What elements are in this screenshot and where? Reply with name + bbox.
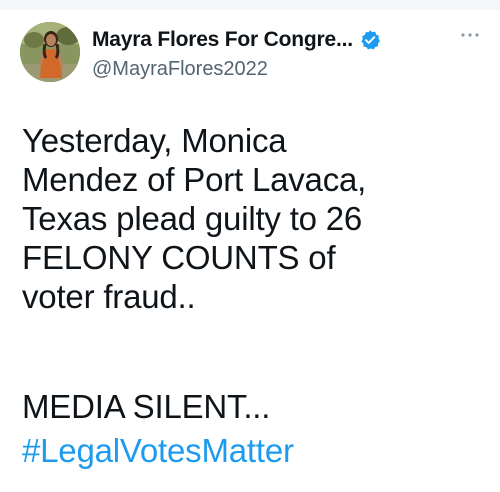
display-name[interactable]: Mayra Flores For Congre...: [92, 28, 353, 52]
more-options-icon[interactable]: [458, 28, 482, 40]
tweet-text-line: Mendez of Port Lavaca,: [22, 161, 367, 198]
avatar-photo: [20, 22, 80, 82]
avatar[interactable]: [20, 22, 80, 82]
name-row: Mayra Flores For Congre...: [92, 26, 381, 54]
tweet-text: Yesterday, Monica Mendez of Port Lavaca,…: [22, 121, 482, 316]
handle[interactable]: @MayraFlores2022: [92, 58, 268, 81]
tweet-text-line: Yesterday, Monica: [22, 122, 287, 159]
tweet-text-second-paragraph: MEDIA SILENT...: [22, 388, 271, 425]
verified-badge-icon: [359, 29, 381, 51]
tweet-text-line: Texas plead guilty to 26: [22, 200, 363, 237]
tweet-text-line: FELONY COUNTS of: [22, 239, 336, 276]
tweet-text-line: voter fraud..: [22, 278, 196, 315]
tweet-header: Mayra Flores For Congre... @MayraFlores2…: [20, 22, 480, 86]
hashtag-link[interactable]: #LegalVotesMatter: [22, 431, 294, 470]
tweet-card: Mayra Flores For Congre... @MayraFlores2…: [0, 0, 500, 492]
